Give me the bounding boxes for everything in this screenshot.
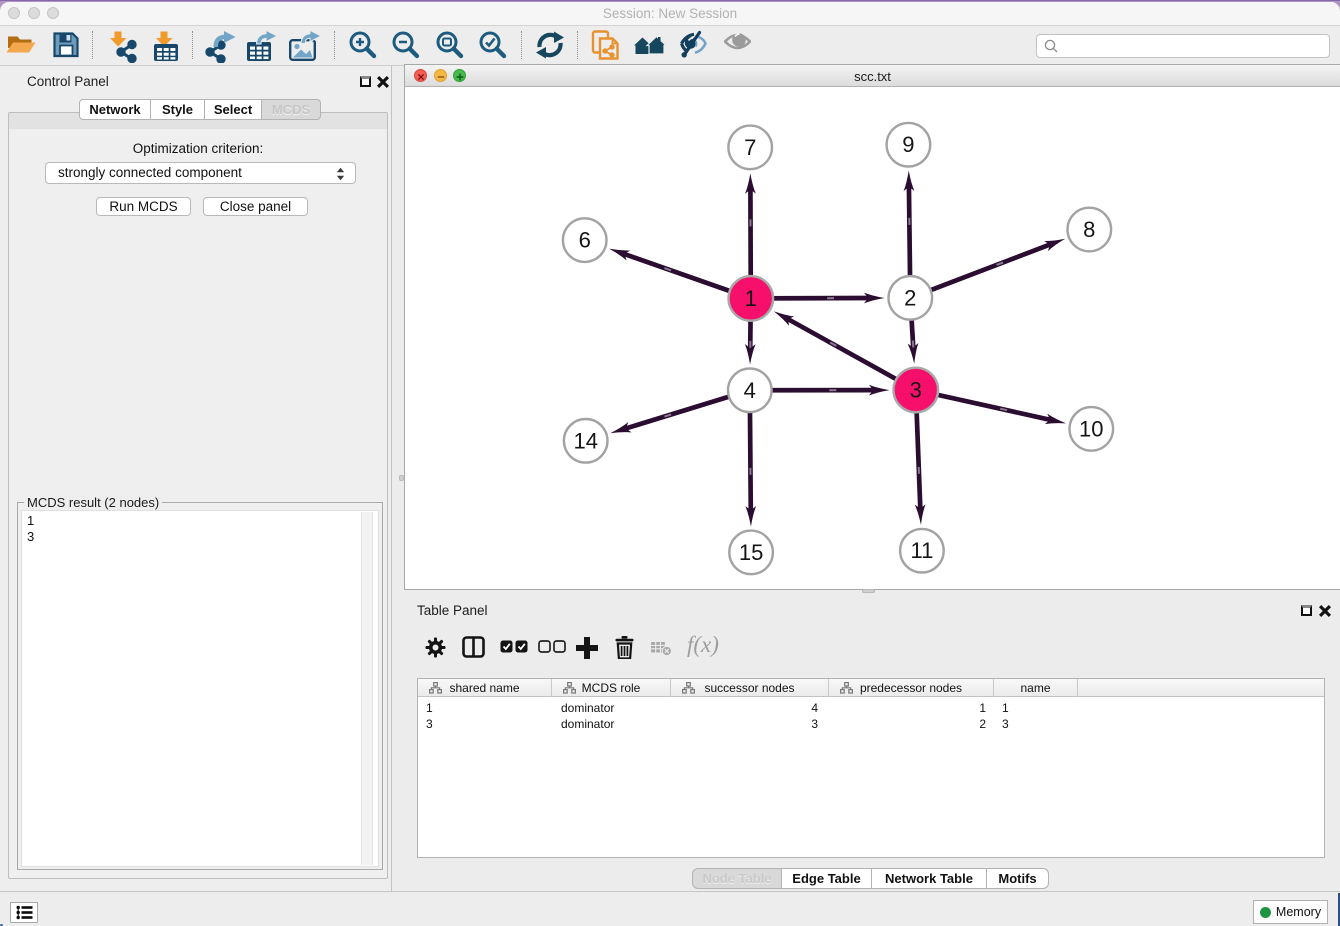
svg-text:1: 1 bbox=[745, 286, 757, 311]
svg-text:4: 4 bbox=[744, 378, 756, 403]
svg-text:11: 11 bbox=[910, 538, 933, 563]
svg-text:9: 9 bbox=[902, 132, 914, 157]
svg-text:6: 6 bbox=[579, 228, 591, 253]
svg-text:2: 2 bbox=[904, 285, 916, 310]
svg-text:8: 8 bbox=[1083, 217, 1095, 242]
svg-text:15: 15 bbox=[739, 540, 763, 565]
svg-text:7: 7 bbox=[744, 135, 756, 160]
svg-text:3: 3 bbox=[910, 378, 922, 403]
svg-text:14: 14 bbox=[573, 428, 597, 453]
svg-text:10: 10 bbox=[1079, 416, 1103, 441]
